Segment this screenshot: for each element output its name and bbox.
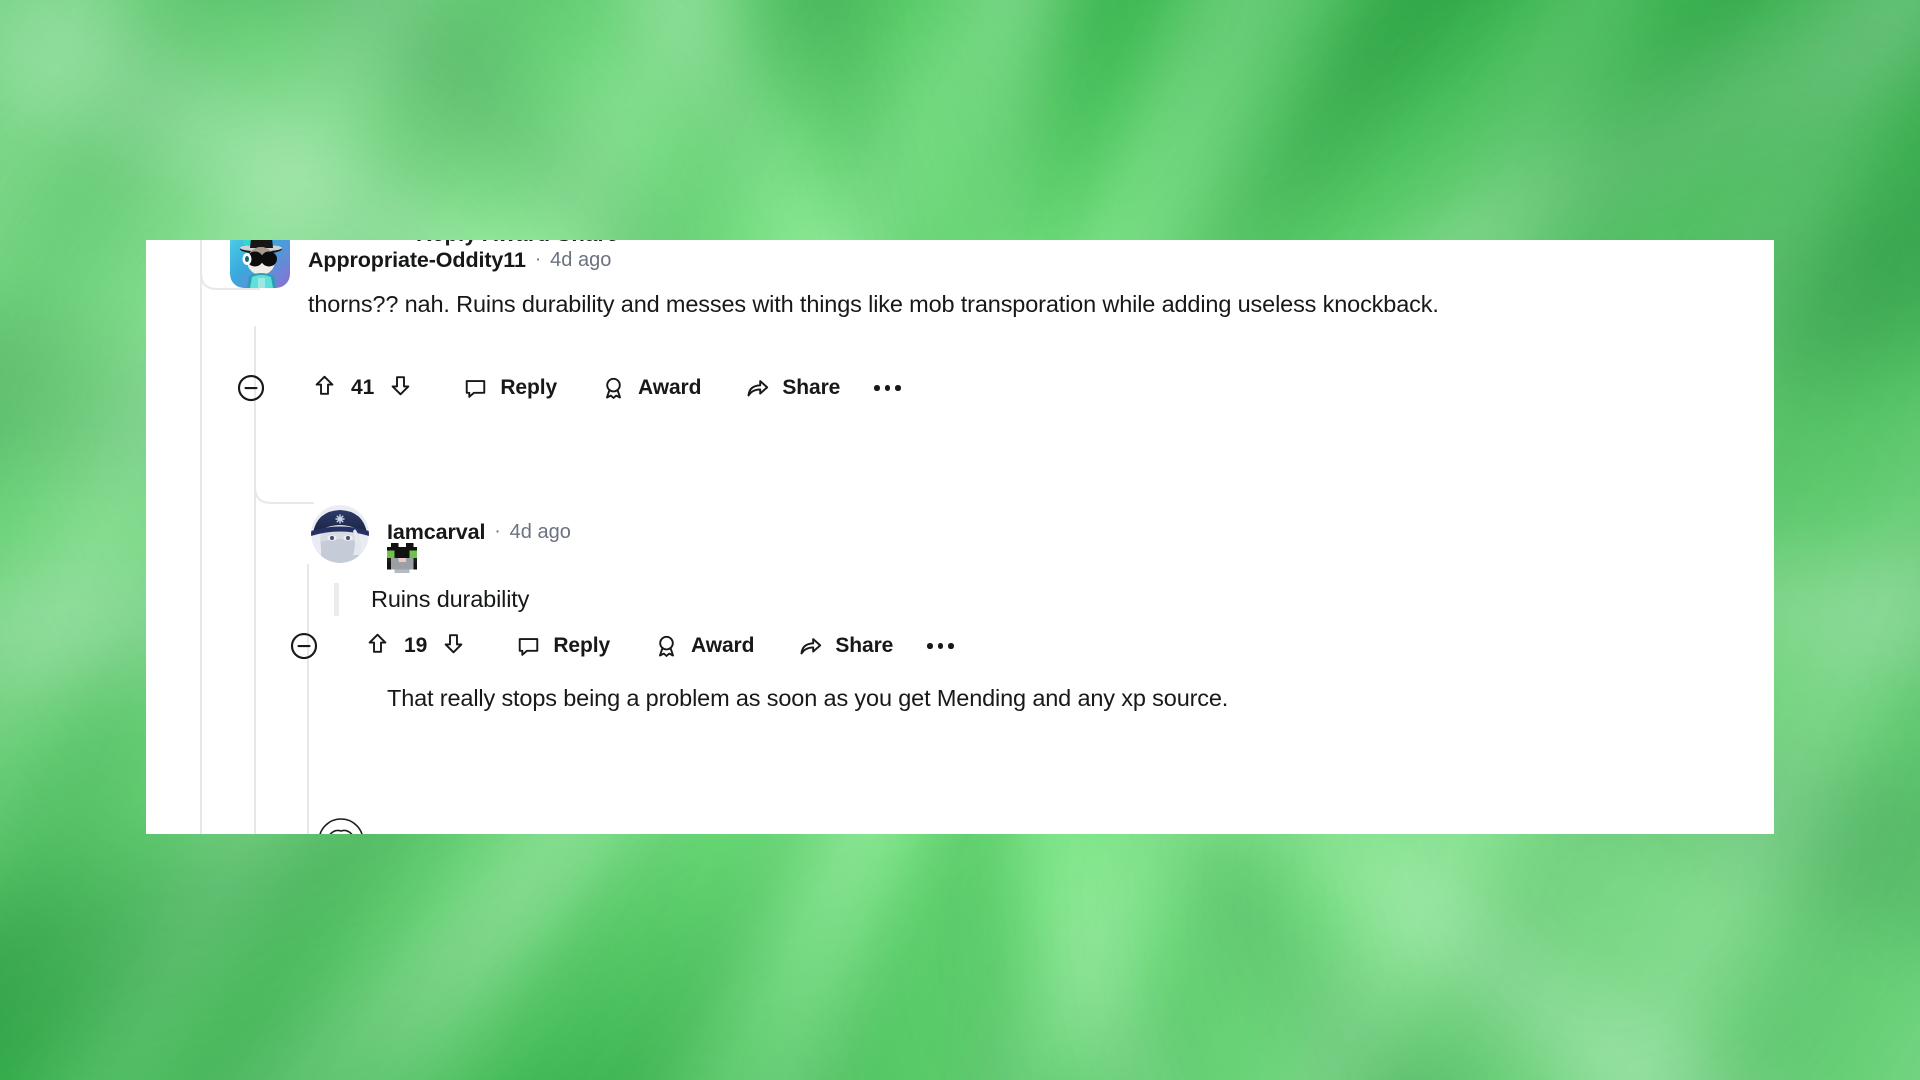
collapse-minus-circle-icon xyxy=(290,632,318,660)
blockquote-text: Ruins durability xyxy=(371,586,530,612)
username-comment-1[interactable]: Appropriate-Oddity11 xyxy=(308,248,526,273)
timestamp-comment-2[interactable]: 4d ago xyxy=(510,521,571,544)
dot-1 xyxy=(874,385,880,391)
dot-3 xyxy=(948,643,954,649)
comment-bubble-icon xyxy=(466,379,486,398)
vote-group-2: 19 xyxy=(364,630,467,662)
meta-separator-1: · xyxy=(534,249,542,270)
collapse-minus-circle-icon xyxy=(237,374,265,402)
share-arrow-icon xyxy=(800,637,822,654)
share-arrow-icon xyxy=(747,379,769,396)
reply-button-2[interactable]: Reply xyxy=(515,633,610,660)
dot-1 xyxy=(927,643,933,649)
comment-bubble-icon xyxy=(519,637,539,656)
minecraft-creeper-pixel-emoji-icon xyxy=(387,543,417,573)
thread-rail-comment-2[interactable] xyxy=(307,564,309,834)
comment-1-header: Appropriate-Oddity11 · 4d ago xyxy=(308,240,611,282)
partial-avatar-icon xyxy=(319,818,363,834)
upvote-arrow-icon xyxy=(368,633,387,653)
avatar-comment-2[interactable] xyxy=(311,505,369,563)
dot-2 xyxy=(937,643,944,649)
reply-label-1: Reply xyxy=(500,376,558,399)
more-options-button-2[interactable] xyxy=(927,643,954,649)
thread-curve-comment-2 xyxy=(254,468,314,518)
upvote-button-2[interactable] xyxy=(364,630,391,662)
reply-label-2: Reply xyxy=(553,634,611,657)
collapse-button-2[interactable] xyxy=(289,631,319,661)
timestamp-comment-1[interactable]: 4d ago xyxy=(550,249,611,272)
dot-3 xyxy=(895,385,901,391)
anime-character-avatar-icon xyxy=(311,505,369,563)
more-options-button-1[interactable] xyxy=(874,385,901,391)
downvote-button-2[interactable] xyxy=(440,630,467,662)
pixel-character-avatar-icon xyxy=(230,240,290,288)
reply-button-1[interactable]: Reply xyxy=(462,375,557,402)
award-button-2[interactable]: Award xyxy=(653,633,754,660)
comment-1-body: thorns?? nah. Ruins durability and messe… xyxy=(308,291,1439,317)
meta-separator-2: · xyxy=(494,521,501,542)
share-label-2: Share xyxy=(835,634,894,657)
username-comment-2[interactable]: Iamcarval xyxy=(387,520,485,545)
avatar-comment-1[interactable] xyxy=(230,240,290,288)
comment-2-blockquote: Ruins durability xyxy=(334,583,1534,616)
vote-group-1: 41 xyxy=(311,372,414,404)
next-reply-avatar-peek[interactable] xyxy=(318,818,364,834)
share-label-1: Share xyxy=(782,376,841,399)
pixel-emoji-comment-2 xyxy=(387,543,417,573)
award-ribbon-icon xyxy=(659,635,675,657)
vote-count-1: 41 xyxy=(351,376,375,399)
upvote-button-1[interactable] xyxy=(311,372,338,404)
comment-2-body: That really stops being a problem as soo… xyxy=(387,685,1229,711)
collapse-button-1[interactable] xyxy=(236,373,266,403)
downvote-button-1[interactable] xyxy=(387,372,414,404)
downvote-arrow-icon xyxy=(445,634,463,654)
thread-rail-outer[interactable] xyxy=(200,240,202,834)
award-label-2: Award xyxy=(691,634,755,657)
comment-thread-card: Reply Award Share xyxy=(146,240,1774,834)
award-button-1[interactable]: Award xyxy=(600,375,701,402)
upvote-arrow-icon xyxy=(315,375,334,395)
award-ribbon-icon xyxy=(606,377,622,399)
comment-1-action-bar: 41 Reply Award Share xyxy=(236,368,901,408)
vote-count-2: 19 xyxy=(404,634,428,657)
share-button-1[interactable]: Share xyxy=(744,375,840,402)
share-button-2[interactable]: Share xyxy=(797,633,893,660)
downvote-arrow-icon xyxy=(392,376,410,396)
award-label-1: Award xyxy=(638,376,702,399)
dot-2 xyxy=(884,385,891,391)
comment-2-action-bar-real: 19 Reply Award Share xyxy=(289,626,954,666)
